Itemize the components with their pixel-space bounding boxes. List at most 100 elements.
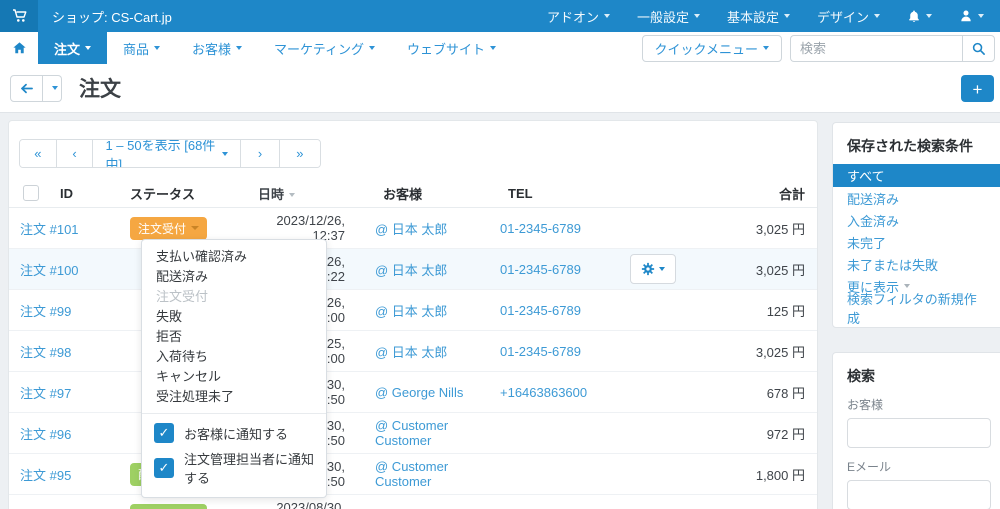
table-row: 注文 #94 配送済み 2023/08/30, 22:14 @ George N…	[9, 495, 817, 509]
table-row: 注文 #98 2023/12/25, 17:00 @ 日本 太郎 01-2345…	[9, 331, 817, 372]
email-field[interactable]	[847, 480, 991, 509]
customer-link[interactable]: @ Customer Customer	[375, 459, 500, 489]
status-option[interactable]: 配送済み	[142, 267, 326, 287]
order-id-link[interactable]: 注文 #100	[9, 260, 130, 279]
status-option[interactable]: 拒否	[142, 327, 326, 347]
customer-link[interactable]: @ 日本 太郎	[375, 301, 500, 320]
nav-tab-products[interactable]: 商品	[107, 32, 176, 64]
header-tel: TEL	[508, 185, 533, 201]
checkbox-checked-icon[interactable]: ✓	[154, 423, 174, 443]
phone-link[interactable]: 01-2345-6789	[500, 303, 630, 318]
order-total: 297 円	[676, 506, 817, 509]
table-row: 注文 #96 2023/08/30, 21:50 @ Customer Cust…	[9, 413, 817, 454]
nav-tab-orders[interactable]: 注文	[38, 32, 108, 64]
user-account-icon[interactable]	[959, 9, 984, 23]
phone-link[interactable]: 01-2345-6789	[500, 344, 630, 359]
notify-manager-option[interactable]: ✓ 注文管理担当者に通知する	[142, 446, 326, 490]
order-id-link[interactable]: 注文 #95	[9, 465, 130, 484]
table-row: 注文 #99 2023/12/26, 12:00 @ 日本 太郎 01-2345…	[9, 290, 817, 331]
pagination-prev-button[interactable]: ‹	[56, 140, 94, 167]
shop-label: ショップ: CS-Cart.jp	[52, 9, 172, 25]
table-row: 注文 #101 注文受付 2023/12/26, 12:37 @ 日本 太郎 0…	[9, 208, 817, 249]
header-status: ステータス	[130, 186, 196, 202]
status-dropdown-menu: 支払い確認済み 配送済み 注文受付 失敗 拒否 入荷待ち キャンセル 受注処理未…	[141, 239, 327, 498]
status-option[interactable]: 入荷待ち	[142, 347, 326, 367]
pagination-last-button[interactable]: »	[279, 140, 320, 167]
search-icon[interactable]	[962, 34, 995, 62]
phone-link[interactable]: +16463863600	[500, 385, 630, 400]
customer-field-label: お客様	[847, 398, 884, 412]
pagination-first-button[interactable]: «	[20, 140, 57, 167]
topmenu-basic-settings[interactable]: 基本設定	[727, 7, 790, 26]
quick-menu-button[interactable]: クイックメニュー	[641, 34, 782, 62]
order-date: 2023/08/30, 22:14	[276, 500, 345, 509]
order-id-link[interactable]: 注文 #96	[9, 424, 130, 443]
customer-link[interactable]: @ 日本 太郎	[375, 260, 500, 279]
table-row: 注文 #95 配送済み 2023/08/30, 21:50 @ Customer…	[9, 454, 817, 495]
order-id-link[interactable]: 注文 #94	[9, 506, 130, 509]
customer-link[interactable]: @ 日本 太郎	[375, 219, 500, 238]
page-title: 注文	[79, 78, 121, 101]
status-option[interactable]: 失敗	[142, 307, 326, 327]
saved-search-paid[interactable]: 入金済み	[833, 209, 1000, 231]
customer-link[interactable]: @ Customer Customer	[375, 418, 500, 448]
order-total: 125 円	[766, 303, 805, 319]
back-button[interactable]	[10, 74, 43, 102]
order-id-link[interactable]: 注文 #101	[9, 219, 130, 238]
select-all-checkbox[interactable]	[23, 185, 39, 201]
topmenu-design[interactable]: デザイン	[817, 7, 880, 26]
pagination-next-button[interactable]: ›	[241, 140, 280, 167]
dropdown-divider	[142, 413, 326, 414]
nav-tab-marketing[interactable]: マーケティング	[258, 32, 391, 64]
status-option[interactable]: キャンセル	[142, 367, 326, 387]
order-id-link[interactable]: 注文 #99	[9, 301, 130, 320]
page-header: 注文 +	[0, 64, 1000, 113]
sort-desc-icon	[289, 193, 296, 198]
saved-searches-card: 保存された検索条件 すべて 配送済み 入金済み 未完了 未了または失敗 更に表示…	[832, 122, 1000, 328]
order-id-link[interactable]: 注文 #98	[9, 342, 130, 361]
status-badge[interactable]: 注文受付	[130, 216, 208, 240]
order-total: 3,025 円	[755, 344, 805, 360]
topmenu-general-settings[interactable]: 一般設定	[637, 7, 700, 26]
table-header: ID ステータス 日時 お客様 TEL 合計	[9, 179, 817, 208]
home-icon[interactable]	[0, 32, 38, 64]
order-id-link[interactable]: 注文 #97	[9, 383, 130, 402]
checkbox-checked-icon[interactable]: ✓	[154, 458, 174, 478]
search-input[interactable]	[790, 34, 962, 62]
back-dropdown-button[interactable]	[43, 74, 62, 102]
status-option-current: 注文受付	[156, 289, 209, 304]
admin-search	[790, 34, 995, 62]
table-row: 注文 #97 2023/08/30, 21:50 @ George Nills …	[9, 372, 817, 413]
nav-tab-website[interactable]: ウェブサイト	[391, 32, 512, 64]
nav-tab-customers[interactable]: お客様	[176, 32, 258, 64]
orders-panel: « ‹ 1 – 50を表示 [68件中] › » ID ステータス 日時 お客様…	[8, 120, 818, 509]
header-date[interactable]: 日時	[250, 184, 353, 203]
header-customer: お客様	[383, 186, 423, 202]
status-option[interactable]: 受注処理未了	[142, 387, 326, 407]
pagination: « ‹ 1 – 50を表示 [68件中] › »	[19, 139, 321, 168]
row-actions-gear-button[interactable]	[630, 254, 676, 284]
saved-search-incomplete-or-failed[interactable]: 未了または失敗	[833, 253, 1000, 275]
create-search-filter-link[interactable]: 検索フィルタの新規作成	[833, 292, 1000, 326]
cart-icon[interactable]	[0, 0, 38, 32]
header-id: ID	[60, 185, 73, 201]
phone-link[interactable]: 01-2345-6789	[500, 262, 630, 277]
topmenu-addons[interactable]: アドオン	[547, 7, 610, 26]
status-badge[interactable]: 配送済み	[130, 503, 208, 509]
customer-field[interactable]	[847, 418, 991, 448]
add-order-button[interactable]: +	[961, 74, 994, 102]
email-field-label: Eメール	[847, 460, 892, 474]
saved-search-incomplete[interactable]: 未完了	[833, 231, 1000, 253]
status-option[interactable]: 支払い確認済み	[142, 247, 326, 267]
notifications-bell-icon[interactable]	[907, 9, 932, 24]
notify-customer-option[interactable]: ✓ お客様に通知する	[142, 420, 326, 446]
customer-link[interactable]: @ 日本 太郎	[375, 342, 500, 361]
saved-search-all-selected[interactable]: すべて	[833, 164, 1000, 187]
pagination-range-dropdown[interactable]: 1 – 50を表示 [68件中]	[93, 140, 242, 167]
customer-link[interactable]: @ George Nills	[375, 385, 500, 400]
main-nav-bar: 注文 商品 お客様 マーケティング ウェブサイト クイックメニュー	[0, 32, 1000, 65]
header-total: 合計	[778, 186, 805, 202]
top-bar: ショップ: CS-Cart.jp アドオン 一般設定 基本設定 デザイン	[0, 0, 1000, 32]
phone-link[interactable]: 01-2345-6789	[500, 221, 630, 236]
saved-search-shipped[interactable]: 配送済み	[833, 187, 1000, 209]
